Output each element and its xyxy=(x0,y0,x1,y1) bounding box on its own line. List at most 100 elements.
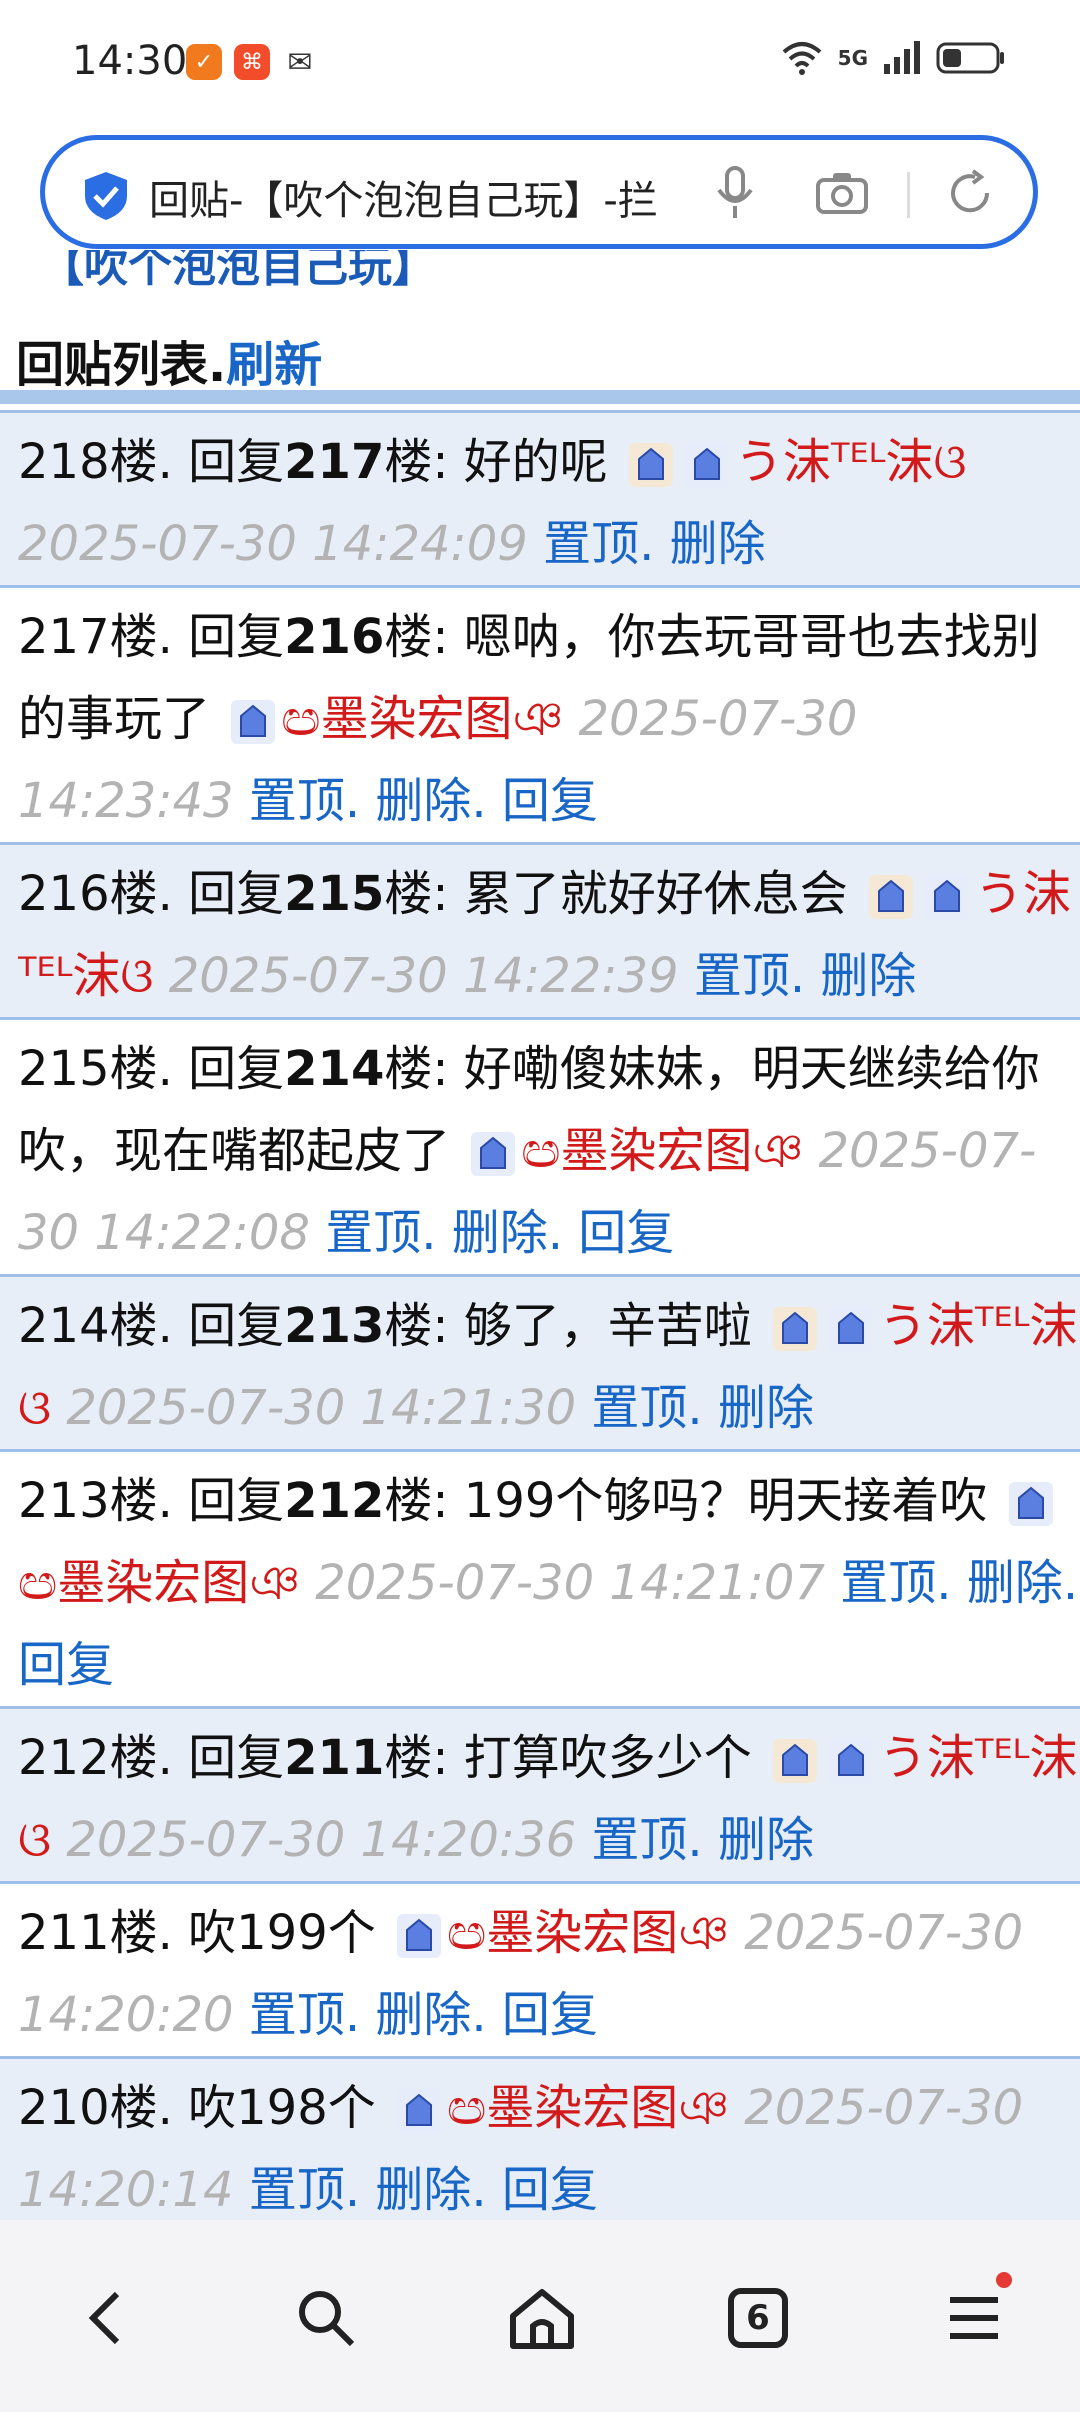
search-icon xyxy=(299,2291,355,2347)
vip-badge-icon xyxy=(773,1739,818,1783)
reply-post: 218楼. 回复217楼: 好的呢 う沫ᵀᴱᴸ沫ଓ 2025-07-30 14:… xyxy=(0,410,1080,585)
camera-icon[interactable] xyxy=(815,170,869,216)
signal-icon xyxy=(884,41,920,74)
reply-to-floor: 212 xyxy=(284,1473,385,1529)
delete-link[interactable]: . 删除 xyxy=(345,1987,472,2043)
pin-link[interactable]: 置顶 xyxy=(591,1380,687,1436)
home-icon xyxy=(510,2289,574,2349)
url-text[interactable]: 回贴-【吹个泡泡自己玩】-拦 xyxy=(149,168,719,226)
username-link[interactable]: ඏ墨染宏图ঞ xyxy=(447,1905,729,1961)
tabs-button[interactable]: 6 xyxy=(718,2278,798,2358)
pin-link[interactable]: 置顶 xyxy=(249,1987,345,2043)
pin-link[interactable]: 置顶 xyxy=(840,1555,936,1611)
delete-link[interactable]: . 删除 xyxy=(687,1812,814,1868)
reply-to-floor: 213 xyxy=(284,1298,385,1354)
back-button[interactable] xyxy=(66,2278,146,2358)
post-timestamp: 2025-07-30 14:21:30 xyxy=(66,1380,577,1436)
post-floor: 214楼. 回复 xyxy=(18,1298,285,1354)
reply-list-header: 回贴列表.刷新 xyxy=(16,325,322,395)
post-timestamp: 2025-07-30 14:21:07 xyxy=(315,1555,826,1611)
app-icon: ⌘ xyxy=(234,44,270,80)
reload-icon[interactable] xyxy=(945,168,995,218)
page-content: 【吹个泡泡自己玩】 回贴列表.刷新 218楼. 回复217楼: 好的呢 う沫ᵀᴱ… xyxy=(0,250,1080,2220)
thread-title[interactable]: 【吹个泡泡自己玩】 xyxy=(40,250,436,294)
menu-icon xyxy=(950,2297,998,2339)
system-icons: 5G xyxy=(780,40,1006,76)
delete-link[interactable]: . 删除 xyxy=(345,2162,472,2218)
clock: 14:30 xyxy=(72,38,188,84)
status-bar: 14:30 ✓ ⌘ ✉ 5G xyxy=(0,0,1080,125)
menu-notification-dot xyxy=(996,2272,1012,2288)
microphone-icon[interactable] xyxy=(715,164,755,224)
username-link[interactable]: ඏ墨染宏图ঞ xyxy=(18,1555,300,1611)
reply-post: 210楼. 吹198个 ඏ墨染宏图ঞ 2025-07-30 14:20:14 置… xyxy=(0,2056,1080,2220)
wifi-icon xyxy=(782,42,821,75)
user-level-icon xyxy=(397,1914,442,1958)
refresh-link[interactable]: 刷新 xyxy=(226,337,322,393)
delete-link[interactable]: . 删除 xyxy=(687,1380,814,1436)
tabs-count: 6 xyxy=(746,2298,770,2338)
reply-link[interactable]: . 回复 xyxy=(548,1205,675,1261)
pin-link[interactable]: 置顶 xyxy=(249,2162,345,2218)
pin-link[interactable]: 置顶 xyxy=(694,948,790,1004)
reply-post: 214楼. 回复213楼: 够了，辛苦啦 う沫ᵀᴱᴸ沫ଓ 2025-07-30 … xyxy=(0,1274,1080,1449)
reply-to-floor: 216 xyxy=(284,609,385,665)
user-level-icon xyxy=(829,1739,874,1783)
user-level-icon xyxy=(1008,1482,1053,1526)
reply-to-floor: 211 xyxy=(284,1730,385,1786)
post-floor: 210楼. 吹198个 xyxy=(18,2080,376,2136)
reply-post: 213楼. 回复212楼: 199个够吗？明天接着吹 ඏ墨染宏图ঞ 2025-0… xyxy=(0,1449,1080,1706)
user-level-icon xyxy=(685,443,730,487)
reply-link[interactable]: . 回复 xyxy=(471,1987,598,2043)
reply-to-floor: 217 xyxy=(284,434,385,490)
reply-post: 211楼. 吹199个 ඏ墨染宏图ঞ 2025-07-30 14:20:20 置… xyxy=(0,1881,1080,2056)
shield-icon xyxy=(85,172,127,220)
reply-post: 216楼. 回复215楼: 累了就好好休息会 う沫ᵀᴱᴸ沫ଓ 2025-07-3… xyxy=(0,842,1080,1017)
username-link[interactable]: ඏ墨染宏图ঞ xyxy=(281,691,563,747)
menu-button[interactable] xyxy=(934,2272,1014,2358)
username-link[interactable]: ඏ墨染宏图ঞ xyxy=(521,1123,803,1179)
delete-link[interactable]: . 删除 xyxy=(345,773,472,829)
post-floor: 216楼. 回复 xyxy=(18,866,285,922)
pin-link[interactable]: 置顶 xyxy=(249,773,345,829)
vip-badge-icon xyxy=(869,875,914,919)
delete-link[interactable]: . 删除 xyxy=(639,516,766,572)
pin-link[interactable]: 置顶 xyxy=(325,1205,421,1261)
post-floor: 213楼. 回复 xyxy=(18,1473,285,1529)
user-level-icon xyxy=(925,875,970,919)
user-level-icon xyxy=(471,1132,516,1176)
notification-icons: ✓ ⌘ ✉ xyxy=(186,44,318,80)
pin-link[interactable]: 置顶 xyxy=(591,1812,687,1868)
delete-link[interactable]: . 删除 xyxy=(421,1205,548,1261)
reply-link[interactable]: . 回复 xyxy=(471,2162,598,2218)
network-type: 5G xyxy=(837,46,868,70)
post-floor: 211楼. 吹199个 xyxy=(18,1905,376,1961)
post-floor: 217楼. 回复 xyxy=(18,609,285,665)
shield-app-icon: ✓ xyxy=(186,44,222,80)
post-content: 楼: 打算吹多少个 xyxy=(384,1730,752,1786)
delete-link[interactable]: . 删除 xyxy=(936,1555,1063,1611)
username-link[interactable]: ඏ墨染宏图ঞ xyxy=(447,2080,729,2136)
post-timestamp: 2025-07-30 14:22:39 xyxy=(168,948,679,1004)
post-timestamp: 2025-07-30 14:20:36 xyxy=(66,1812,577,1868)
user-level-icon xyxy=(231,700,276,744)
address-bar[interactable]: 回贴-【吹个泡泡自己玩】-拦 xyxy=(40,135,1038,249)
back-arrow-icon xyxy=(88,2291,120,2345)
post-content: 楼: 好的呢 xyxy=(384,434,608,490)
browser-bottom-nav: 6 xyxy=(0,2220,1080,2412)
wechat-icon: ✉ xyxy=(282,44,318,80)
reply-to-floor: 214 xyxy=(284,1041,385,1097)
pin-link[interactable]: 置顶 xyxy=(543,516,639,572)
reply-post: 212楼. 回复211楼: 打算吹多少个 う沫ᵀᴱᴸ沫ଓ 2025-07-30 … xyxy=(0,1706,1080,1881)
battery-icon xyxy=(936,42,1004,74)
home-button[interactable] xyxy=(502,2278,582,2358)
search-button[interactable] xyxy=(286,2278,366,2358)
delete-link[interactable]: . 删除 xyxy=(790,948,917,1004)
reply-list: 218楼. 回复217楼: 好的呢 う沫ᵀᴱᴸ沫ଓ 2025-07-30 14:… xyxy=(0,410,1080,2220)
username-link[interactable]: う沫ᵀᴱᴸ沫ଓ xyxy=(735,434,966,490)
reply-to-floor: 215 xyxy=(284,866,385,922)
post-floor: 212楼. 回复 xyxy=(18,1730,285,1786)
vip-badge-icon xyxy=(773,1307,818,1351)
post-content: 楼: 累了就好好休息会 xyxy=(384,866,848,922)
reply-link[interactable]: . 回复 xyxy=(471,773,598,829)
